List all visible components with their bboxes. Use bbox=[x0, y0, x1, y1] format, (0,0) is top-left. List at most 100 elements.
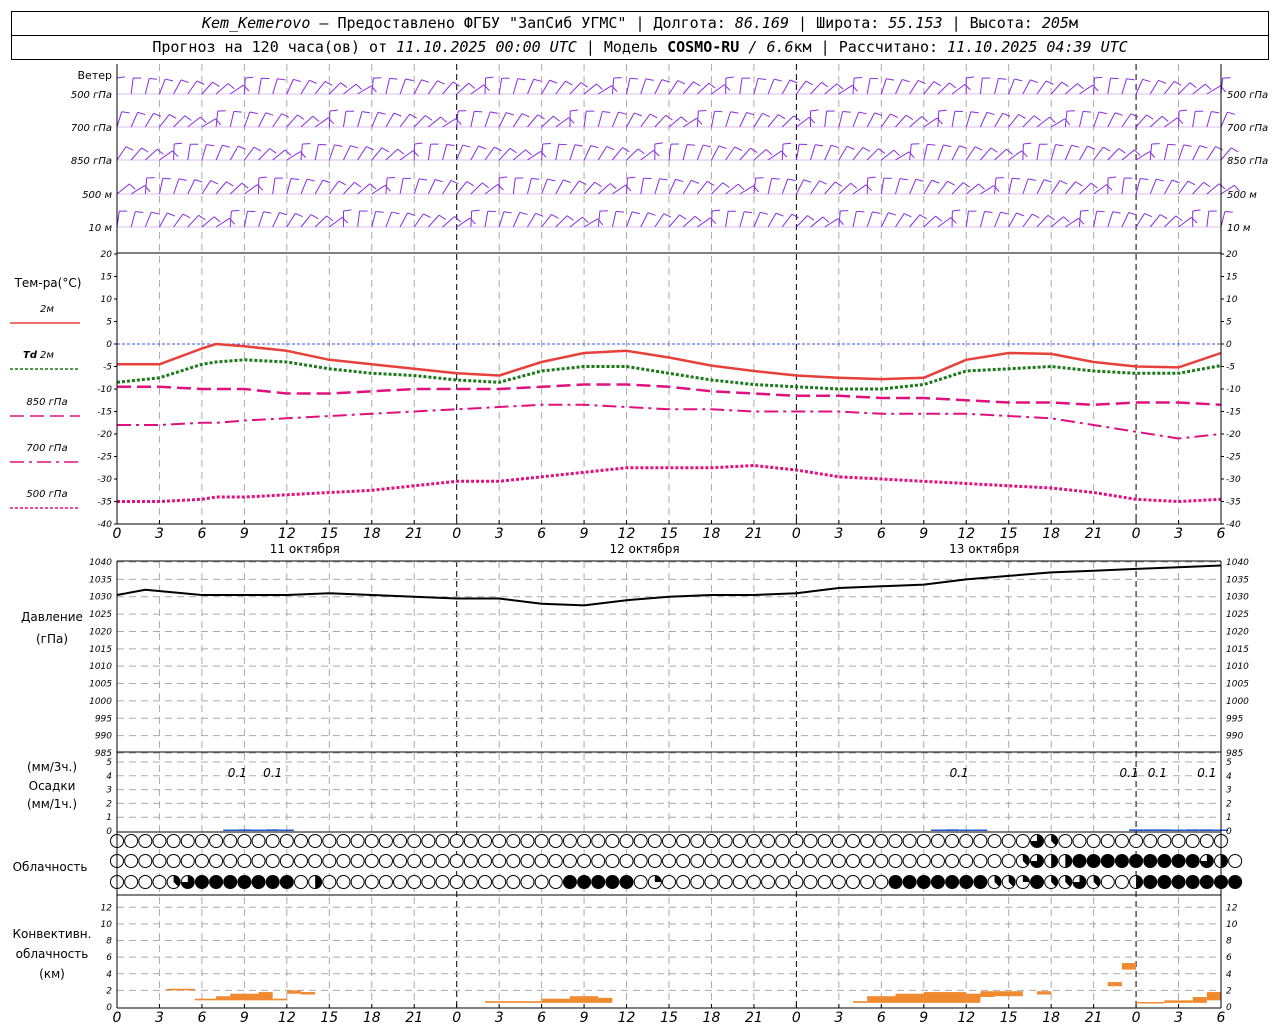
temp-legend-label: 700 гПа bbox=[26, 443, 67, 454]
cloud-symbol bbox=[534, 834, 549, 848]
wind-barb-flag bbox=[1160, 214, 1168, 220]
wind-barb bbox=[1050, 180, 1061, 195]
wind-level-label: 700 гПа bbox=[71, 123, 112, 134]
wind-barb-flag bbox=[245, 76, 254, 79]
wind-barb-flag bbox=[631, 211, 640, 215]
cloud-symbol bbox=[336, 834, 351, 848]
temp-ytick-label-right: 20 bbox=[1226, 250, 1238, 260]
wind-barb bbox=[1192, 111, 1196, 128]
cloud-symbol-fill bbox=[959, 875, 973, 889]
cloud-symbol bbox=[1086, 834, 1101, 848]
wind-level-label: 500 гПа bbox=[71, 90, 112, 101]
cloud-symbol bbox=[647, 834, 662, 848]
wind-barb-flag bbox=[773, 78, 782, 82]
wind-barb bbox=[130, 112, 139, 128]
conv-cloud-bar bbox=[994, 991, 1023, 997]
cloud-symbol bbox=[746, 854, 761, 868]
cloud-symbol bbox=[322, 875, 337, 889]
wind-barb-flag bbox=[419, 178, 428, 181]
pressure-ytick-label: 1015 bbox=[89, 645, 112, 655]
wind-barb-flag bbox=[1211, 111, 1220, 114]
conv-cloud-bar bbox=[1164, 1000, 1193, 1003]
wind-barb bbox=[824, 145, 832, 161]
wind-barb bbox=[937, 110, 940, 128]
wind-barb bbox=[852, 78, 855, 95]
cloud-symbol bbox=[775, 875, 790, 889]
wind-barb bbox=[994, 211, 1001, 228]
cloud-symbol bbox=[633, 875, 648, 889]
temp-ytick-label: 0 bbox=[106, 340, 112, 350]
wind-barb-flag bbox=[1130, 113, 1139, 118]
wind-barb-flag bbox=[634, 112, 642, 117]
wind-barb-flag bbox=[952, 209, 961, 212]
temp-ytick-label: 5 bbox=[106, 318, 112, 328]
wind-barb bbox=[994, 113, 1004, 128]
cloud-symbol-fill bbox=[1087, 854, 1101, 868]
cloud-symbol bbox=[817, 854, 832, 868]
wind-barb-flag bbox=[253, 146, 262, 152]
wind-barb bbox=[456, 144, 464, 161]
cloud-symbol bbox=[463, 875, 478, 889]
cloud-symbol-fill bbox=[577, 875, 591, 889]
wind-barb bbox=[838, 146, 848, 161]
wind-barb bbox=[781, 178, 789, 195]
wind-barb bbox=[866, 112, 876, 128]
wind-barb-flag bbox=[606, 145, 615, 151]
pressure-ytick-label-right: 1035 bbox=[1226, 575, 1249, 585]
cloud-symbol bbox=[435, 854, 450, 868]
cloud-symbol bbox=[478, 854, 492, 868]
cloud-symbol bbox=[393, 834, 408, 848]
wind-barb bbox=[597, 111, 603, 128]
wind-barb-flag bbox=[409, 113, 417, 119]
cloud-symbol bbox=[223, 854, 238, 868]
wind-barb-flag bbox=[570, 109, 579, 112]
hour-tick-label-bottom: 18 bbox=[703, 1010, 721, 1024]
wind-barb-flag bbox=[1190, 217, 1198, 224]
wind-barb bbox=[1078, 111, 1084, 128]
conv-cloud-bar bbox=[1121, 962, 1137, 970]
wind-barb bbox=[640, 113, 651, 128]
wind-level-label-right: 10 м bbox=[1227, 223, 1251, 234]
wind-barb bbox=[753, 113, 763, 128]
cloud-symbol bbox=[662, 834, 676, 848]
cloud-symbol bbox=[421, 854, 436, 868]
cloud-symbol bbox=[577, 834, 592, 848]
wind-barb bbox=[1107, 211, 1114, 228]
cloud-symbol bbox=[180, 834, 195, 848]
wind-barb-flag bbox=[679, 214, 687, 220]
wind-barb-flag bbox=[602, 111, 611, 113]
cloud-symbol bbox=[803, 854, 818, 868]
conv-ytick-label-right: 8 bbox=[1226, 937, 1232, 947]
wind-barb-flag bbox=[521, 113, 530, 118]
wind-barb bbox=[484, 211, 489, 228]
wind-barb bbox=[852, 111, 860, 128]
wind-barb bbox=[526, 178, 532, 195]
cloud-symbol bbox=[619, 854, 634, 868]
wind-barb bbox=[739, 112, 747, 128]
conv-cloud-bar bbox=[980, 991, 995, 998]
wind-barb bbox=[824, 111, 828, 128]
wind-barb-flag bbox=[206, 144, 215, 147]
wind-barb bbox=[385, 178, 388, 195]
wind-barb-flag bbox=[762, 112, 770, 118]
wind-barb-flag bbox=[1047, 214, 1055, 221]
wind-barb-flag bbox=[938, 109, 947, 112]
cloud-symbol bbox=[1015, 834, 1030, 848]
wind-barb-flag bbox=[329, 109, 338, 112]
wind-barb-flag bbox=[931, 179, 940, 184]
wind-barb bbox=[611, 111, 619, 128]
cloud-symbol-fill bbox=[1072, 854, 1086, 868]
cloud-symbol bbox=[1171, 834, 1186, 848]
cloud-symbol-fill bbox=[563, 875, 577, 889]
temp-ytick-label: -25 bbox=[97, 453, 112, 463]
wind-barb bbox=[753, 212, 761, 228]
wind-barb-flag bbox=[580, 82, 588, 88]
cloud-symbol bbox=[294, 875, 308, 889]
wind-barb bbox=[201, 180, 212, 195]
cloud-symbol bbox=[138, 834, 153, 848]
cloud-symbol bbox=[987, 854, 1002, 868]
wind-barb bbox=[979, 112, 988, 128]
hour-tick-label: 12 bbox=[618, 526, 636, 542]
wind-barb-flag bbox=[310, 214, 319, 220]
cloud-symbol-fill bbox=[620, 875, 634, 889]
